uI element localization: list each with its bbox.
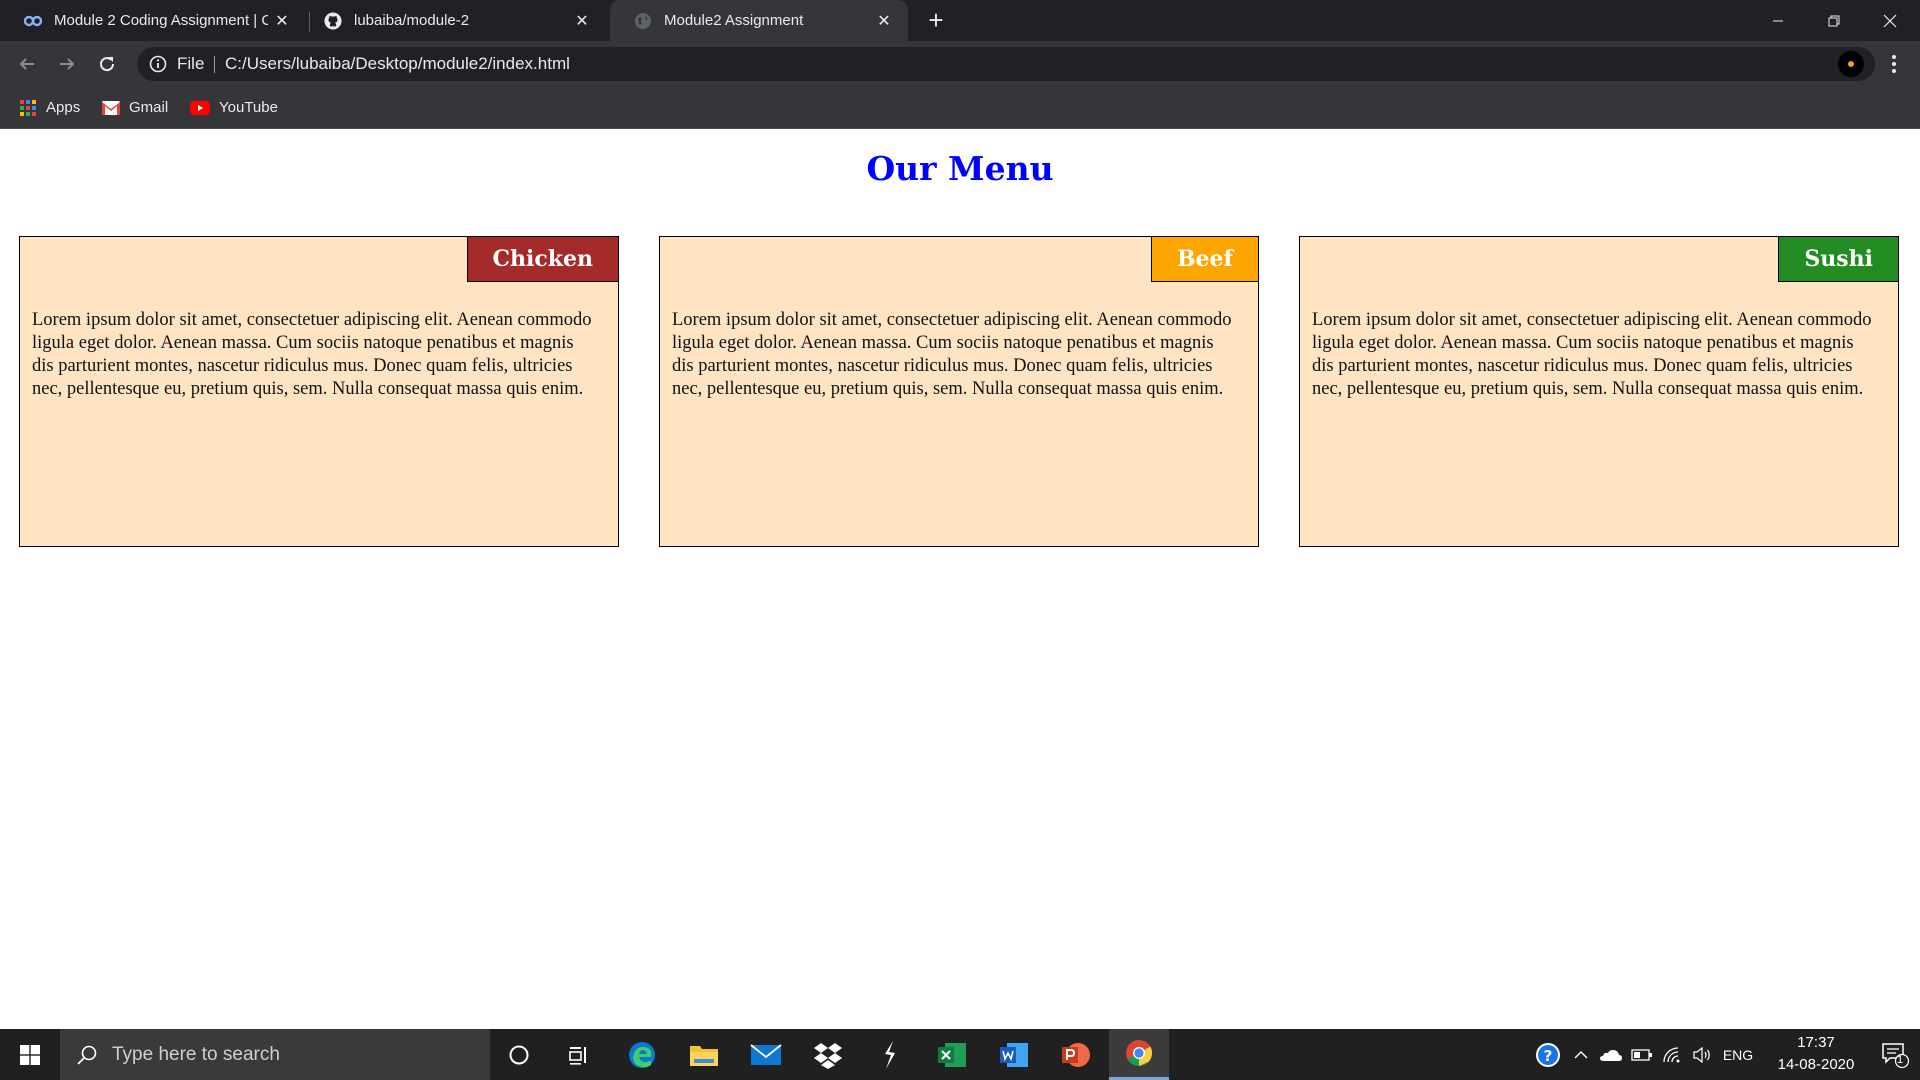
- wifi-icon[interactable]: [1658, 1029, 1686, 1080]
- mail-icon[interactable]: [736, 1029, 796, 1080]
- chrome-icon[interactable]: [1109, 1029, 1169, 1080]
- notification-center[interactable]: 1: [1870, 1029, 1920, 1080]
- tab-module2-assignment[interactable]: Module2 Assignment ✕: [610, 0, 908, 41]
- minimize-button[interactable]: [1750, 0, 1806, 41]
- more-vert-icon: [1892, 55, 1896, 73]
- card-label: Beef: [1150, 237, 1258, 282]
- search-icon: [77, 1045, 97, 1065]
- svg-text:?: ?: [1544, 1047, 1553, 1065]
- search-placeholder: Type here to search: [112, 1043, 280, 1065]
- bookmark-label: Apps: [46, 99, 81, 116]
- profile-avatar[interactable]: [1838, 51, 1864, 77]
- arrow-left-icon: [19, 58, 34, 70]
- tab-title: Module2 Assignment: [664, 12, 804, 29]
- task-view-icon[interactable]: [549, 1029, 609, 1080]
- file-explorer-icon[interactable]: [674, 1029, 734, 1080]
- youtube-icon: [190, 100, 210, 115]
- language-indicator[interactable]: ENG: [1718, 1029, 1758, 1080]
- onedrive-icon[interactable]: [1596, 1029, 1626, 1080]
- close-icon[interactable]: ✕: [870, 7, 898, 35]
- address-bar[interactable]: File C:/Users/lubaiba/Desktop/module2/in…: [137, 47, 1875, 81]
- bookmark-label: YouTube: [219, 99, 278, 116]
- bookmark-youtube[interactable]: YouTube: [190, 87, 278, 128]
- reload-button[interactable]: [92, 49, 122, 79]
- restore-button[interactable]: [1806, 0, 1862, 41]
- close-icon[interactable]: ✕: [268, 7, 296, 35]
- powerpoint-icon[interactable]: [1046, 1029, 1106, 1080]
- clock-date: 14-08-2020: [1777, 1056, 1855, 1073]
- tab-title: lubaiba/module-2: [354, 12, 470, 29]
- dropbox-icon[interactable]: [798, 1029, 858, 1080]
- card-label: Sushi: [1778, 237, 1898, 282]
- excel-icon[interactable]: [922, 1029, 982, 1080]
- card-label: Chicken: [466, 237, 618, 282]
- card-text: Lorem ipsum dolor sit amet, consectetuer…: [1312, 310, 1872, 399]
- word-icon[interactable]: [984, 1029, 1044, 1080]
- reload-icon: [100, 57, 115, 72]
- url-text[interactable]: C:/Users/lubaiba/Desktop/module2/index.h…: [225, 47, 570, 81]
- address-divider: [214, 56, 215, 73]
- new-tab-button[interactable]: +: [922, 6, 950, 34]
- battery-icon[interactable]: [1628, 1029, 1656, 1080]
- taskbar: Type here to search ? ENG 17:37 14-08-20…: [0, 1029, 1920, 1080]
- page-title: Our Menu: [866, 149, 1054, 188]
- close-icon[interactable]: ✕: [568, 7, 596, 35]
- apps-grid-icon: [20, 99, 36, 116]
- card-text: Lorem ipsum dolor sit amet, consectetuer…: [672, 310, 1232, 399]
- chevron-up-icon[interactable]: [1568, 1029, 1594, 1080]
- scheme-label: File: [177, 54, 205, 73]
- close-window-button[interactable]: [1862, 0, 1918, 41]
- tab-strip: Module 2 Coding Assignment | C ✕ lubaiba…: [0, 0, 1920, 41]
- bookmark-gmail[interactable]: Gmail: [102, 87, 168, 128]
- arrow-right-icon: [60, 58, 75, 70]
- forward-button[interactable]: [52, 49, 82, 79]
- tab-github[interactable]: lubaiba/module-2 ✕: [300, 0, 606, 41]
- tab-coursera[interactable]: Module 2 Coding Assignment | C ✕: [0, 0, 306, 41]
- menu-card-chicken: Chicken Lorem ipsum dolor sit amet, cons…: [19, 236, 619, 547]
- help-icon[interactable]: ?: [1532, 1029, 1564, 1080]
- bookmark-apps[interactable]: Apps: [19, 87, 80, 128]
- taskbar-search[interactable]: Type here to search: [60, 1029, 490, 1080]
- cortana-icon[interactable]: [489, 1029, 549, 1080]
- sublime-icon[interactable]: [860, 1029, 920, 1080]
- system-clock[interactable]: 17:37 14-08-2020: [1758, 1029, 1874, 1080]
- start-button[interactable]: [0, 1029, 60, 1080]
- menu-button[interactable]: [1882, 49, 1906, 79]
- back-button[interactable]: [12, 49, 42, 79]
- notification-icon: [1882, 1042, 1910, 1068]
- coursera-icon: [24, 12, 42, 30]
- notification-count: 1: [1897, 1054, 1904, 1066]
- card-text: Lorem ipsum dolor sit amet, consectetuer…: [32, 310, 592, 399]
- menu-card-sushi: Sushi Lorem ipsum dolor sit amet, consec…: [1299, 236, 1899, 547]
- bookmark-label: Gmail: [129, 99, 169, 116]
- bookmarks-bar: Apps Gmail YouTube: [0, 87, 1920, 129]
- github-icon: [324, 11, 342, 30]
- browser-toolbar: File C:/Users/lubaiba/Desktop/module2/in…: [0, 41, 1920, 87]
- edge-icon[interactable]: [612, 1029, 672, 1080]
- tab-title: Module 2 Coding Assignment | C: [54, 12, 268, 29]
- info-icon[interactable]: [149, 55, 167, 73]
- windows-logo-icon: [20, 1044, 40, 1065]
- gmail-icon: [102, 100, 120, 115]
- globe-icon: [634, 12, 652, 30]
- page-viewport: Our Menu Chicken Lorem ipsum dolor sit a…: [0, 129, 1920, 1029]
- clock-time: 17:37: [1797, 1034, 1835, 1051]
- menu-card-beef: Beef Lorem ipsum dolor sit amet, consect…: [659, 236, 1259, 547]
- volume-icon[interactable]: [1688, 1029, 1716, 1080]
